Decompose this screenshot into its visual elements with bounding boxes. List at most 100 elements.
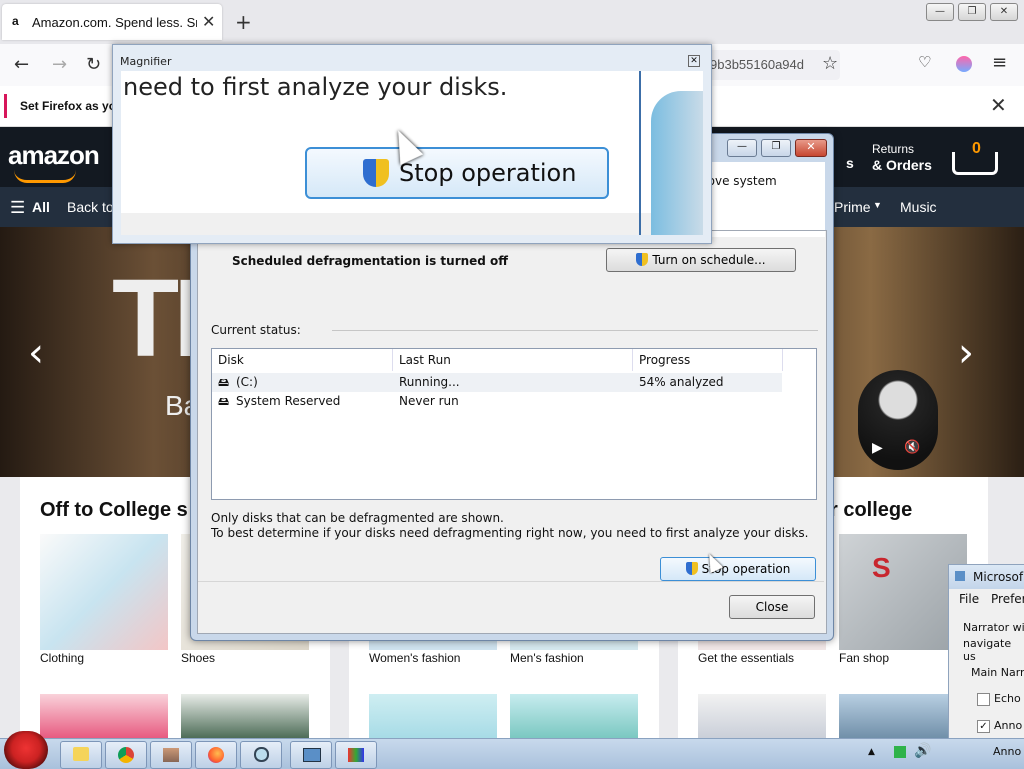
card-title: Off to College s <box>40 499 188 521</box>
disk-name: (C:) <box>236 375 258 389</box>
clothing-image[interactable] <box>40 534 168 650</box>
nav-prime[interactable]: Prime <box>834 199 871 215</box>
start-button[interactable] <box>4 731 48 769</box>
echo-checkbox[interactable] <box>977 693 990 706</box>
bookmark-star-icon[interactable]: ☆ <box>822 53 838 74</box>
product-image[interactable] <box>510 694 638 739</box>
firefox-icon[interactable] <box>195 741 237 769</box>
orders-label[interactable]: & Orders <box>872 157 932 173</box>
minimize-button[interactable]: — <box>926 3 954 21</box>
chrome-icon[interactable] <box>105 741 147 769</box>
close-notification-icon[interactable]: ✕ <box>990 93 1007 117</box>
forward-icon[interactable]: → <box>52 54 67 75</box>
description-fragment: rove system <box>703 174 777 188</box>
backpack-image[interactable] <box>181 694 309 739</box>
carousel-next-icon[interactable]: › <box>958 330 974 376</box>
play-icon[interactable]: ▶ <box>872 440 883 456</box>
tile-label[interactable]: Fan shop <box>839 651 889 665</box>
returns-label[interactable]: Returns <box>872 142 914 156</box>
close-tab-icon[interactable]: ✕ <box>202 12 215 31</box>
uac-shield-icon <box>685 562 698 575</box>
menu-icon[interactable]: ≡ <box>992 52 1007 73</box>
product-image[interactable] <box>698 694 826 739</box>
hamburger-icon[interactable]: ☰ <box>10 198 25 218</box>
narrator-text-1: Narrator wi <box>963 621 1024 634</box>
tile-label[interactable]: Women's fashion <box>369 651 460 665</box>
tile-label[interactable]: Clothing <box>40 651 84 665</box>
browser-tab[interactable]: a Amazon.com. Spend less. Smile ✕ <box>2 4 222 40</box>
magnified-footer <box>121 213 703 235</box>
tile-label[interactable]: Shoes <box>181 651 215 665</box>
amazon-smile-icon <box>14 170 76 183</box>
reload-icon[interactable]: ↻ <box>86 54 101 75</box>
menu-file[interactable]: File <box>959 592 979 606</box>
minimize-button[interactable]: — <box>727 139 757 157</box>
info-line-1: Only disks that can be defragmented are … <box>211 511 504 525</box>
volume-icon[interactable]: 🔊 <box>914 743 931 759</box>
checkbox-label: Anno <box>993 745 1022 758</box>
back-icon[interactable]: ← <box>14 54 29 75</box>
paint-icon[interactable] <box>335 741 377 769</box>
close-window-button[interactable]: ✕ <box>990 3 1018 21</box>
hard-disk-icon: 🖴 <box>218 395 230 408</box>
disk-progress: 54% analyzed <box>639 375 724 389</box>
close-window-icon[interactable]: ✕ <box>795 139 827 157</box>
magnifier-icon[interactable] <box>240 741 282 769</box>
turn-on-schedule-button[interactable]: Turn on schedule... <box>606 248 796 272</box>
hard-disk-icon: 🖴 <box>218 376 230 389</box>
separator-line <box>332 330 818 331</box>
magnified-border <box>639 71 641 235</box>
disk-list[interactable]: Disk Last Run Progress 🖴 (C:) Running...… <box>211 348 817 500</box>
nav-back-to[interactable]: Back to <box>67 199 114 215</box>
footer-separator <box>198 581 824 582</box>
disk-last-run: Never run <box>399 394 459 408</box>
menu-preferences[interactable]: Prefere <box>991 592 1024 606</box>
disk-row-c[interactable]: 🖴 (C:) Running... 54% analyzed <box>212 373 782 392</box>
cart-count: 0 <box>972 140 981 157</box>
network-icon[interactable] <box>894 746 906 758</box>
new-tab-button[interactable]: + <box>235 10 252 34</box>
notification-text: Set Firefox as yo <box>20 99 117 113</box>
defrag-icon[interactable] <box>150 741 192 769</box>
narrator-icon[interactable] <box>290 741 332 769</box>
narrator-text-2: navigate us <box>963 637 1012 663</box>
nav-all[interactable]: All <box>32 199 50 215</box>
close-icon[interactable]: ✕ <box>688 55 700 67</box>
column-header-last-run[interactable]: Last Run <box>393 349 633 371</box>
stop-operation-button[interactable]: Stop operation <box>660 557 816 581</box>
amazon-favicon-icon: a <box>12 14 19 28</box>
column-header-progress[interactable]: Progress <box>633 349 783 371</box>
maximize-button[interactable]: ❐ <box>761 139 791 157</box>
mute-icon[interactable]: 🔇 <box>904 440 920 455</box>
narrator-icon <box>955 571 965 581</box>
explorer-icon[interactable] <box>60 741 102 769</box>
close-button[interactable]: Close <box>729 595 815 619</box>
nav-music[interactable]: Music <box>900 199 937 215</box>
taskbar: ▲ 🔊 <box>0 731 1024 769</box>
defrag-content: Scheduled defragmentation is turned off … <box>197 230 827 634</box>
account-icon[interactable] <box>956 56 972 72</box>
schedule-status: Scheduled defragmentation is turned off <box>232 254 509 268</box>
announce-checkbox-checked[interactable]: ✓ <box>977 720 990 733</box>
tile-label[interactable]: Men's fashion <box>510 651 584 665</box>
column-header-disk[interactable]: Disk <box>212 349 393 371</box>
tile-label[interactable]: Get the essentials <box>698 651 794 665</box>
hat-image[interactable] <box>40 694 168 739</box>
magnifier-title: Magnifier <box>120 55 172 68</box>
tab-title: Amazon.com. Spend less. Smile <box>32 15 197 30</box>
disk-row-system-reserved[interactable]: 🖴 System Reserved Never run <box>212 392 782 411</box>
magnified-text: need to first analyze your disks. <box>123 73 508 101</box>
product-image[interactable] <box>369 694 497 739</box>
url-text: 9b3b55160a94d <box>710 57 804 72</box>
narrator-title: Microsof <box>973 570 1024 584</box>
amazon-logo[interactable]: amazon <box>8 140 100 171</box>
pocket-icon[interactable]: ♡ <box>918 53 931 71</box>
chevron-down-icon: ▼ <box>873 200 882 210</box>
disk-name: System Reserved <box>236 394 341 408</box>
group-label: Main Narr <box>971 666 1024 679</box>
show-hidden-icons-icon[interactable]: ▲ <box>868 747 875 757</box>
header-fragment: s <box>846 155 854 171</box>
maximize-button[interactable]: ❐ <box>958 3 986 21</box>
carousel-prev-icon[interactable]: ‹ <box>28 330 44 376</box>
magnified-picture <box>651 91 703 235</box>
